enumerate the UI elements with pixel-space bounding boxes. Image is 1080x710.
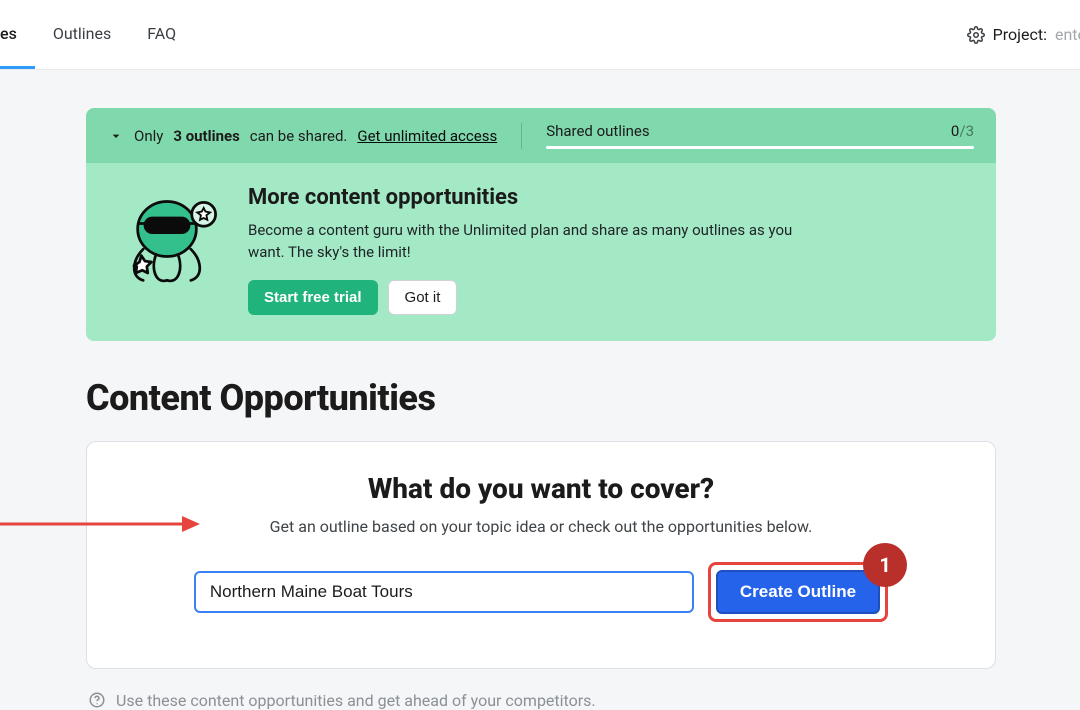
octopus-illustration: [112, 185, 222, 295]
project-selector[interactable]: Project: ente: [967, 25, 1080, 44]
card-subtitle: Get an outline based on your topic idea …: [123, 517, 959, 536]
tab-outlines[interactable]: Outlines: [35, 0, 129, 69]
tab-label: FAQ: [147, 24, 176, 43]
upsell-banner: More content opportunities Become a cont…: [86, 163, 996, 341]
upsell-copy: More content opportunities Become a cont…: [248, 185, 808, 315]
top-bar: es Outlines FAQ Project: ente: [0, 0, 1080, 70]
tab-label: Outlines: [53, 24, 111, 43]
limit-banner-strip: Only 3 outlines can be shared. Get unlim…: [86, 108, 996, 163]
unlimited-link[interactable]: Get unlimited access: [357, 127, 497, 145]
chevron-down-icon[interactable]: [108, 128, 124, 144]
gear-icon: [967, 26, 985, 44]
step-badge: 1: [863, 543, 907, 587]
upsell-text: Become a content guru with the Unlimited…: [248, 220, 808, 264]
shared-outlines-meter: Shared outlines 0/3: [546, 122, 974, 149]
project-label: Project:: [993, 25, 1047, 44]
divider: [521, 123, 522, 149]
project-value: ente: [1055, 25, 1080, 44]
limit-suffix: can be shared.: [250, 127, 348, 145]
got-it-button[interactable]: Got it: [388, 280, 458, 315]
page-title: Content Opportunities: [86, 377, 996, 419]
limit-prefix: Only: [134, 127, 163, 145]
tab-faq[interactable]: FAQ: [129, 0, 194, 69]
start-free-trial-button[interactable]: Start free trial: [248, 280, 378, 315]
help-icon: [88, 691, 106, 709]
limit-count: 3 outlines: [173, 127, 239, 145]
upsell-title: More content opportunities: [248, 185, 808, 210]
page-body: Only 3 outlines can be shared. Get unlim…: [0, 70, 1080, 710]
shared-count: 0/3: [951, 122, 974, 140]
hint-text: Use these content opportunities and get …: [116, 691, 596, 710]
shared-label: Shared outlines: [546, 122, 649, 140]
tab-label: es: [0, 24, 17, 43]
create-outline-button[interactable]: Create Outline: [716, 570, 880, 614]
limit-banner-message: Only 3 outlines can be shared. Get unlim…: [108, 127, 497, 145]
tab-strip: es Outlines FAQ: [0, 0, 194, 69]
topic-input[interactable]: [194, 571, 694, 613]
topic-input-row: Create Outline 1: [123, 562, 959, 622]
shared-progress-bar: [546, 146, 974, 149]
tab-opportunities-partial[interactable]: es: [0, 0, 35, 69]
create-outline-highlight: Create Outline 1: [708, 562, 888, 622]
topic-card: What do you want to cover? Get an outlin…: [86, 441, 996, 669]
card-title: What do you want to cover?: [123, 472, 959, 505]
opportunities-hint: Use these content opportunities and get …: [88, 691, 996, 710]
